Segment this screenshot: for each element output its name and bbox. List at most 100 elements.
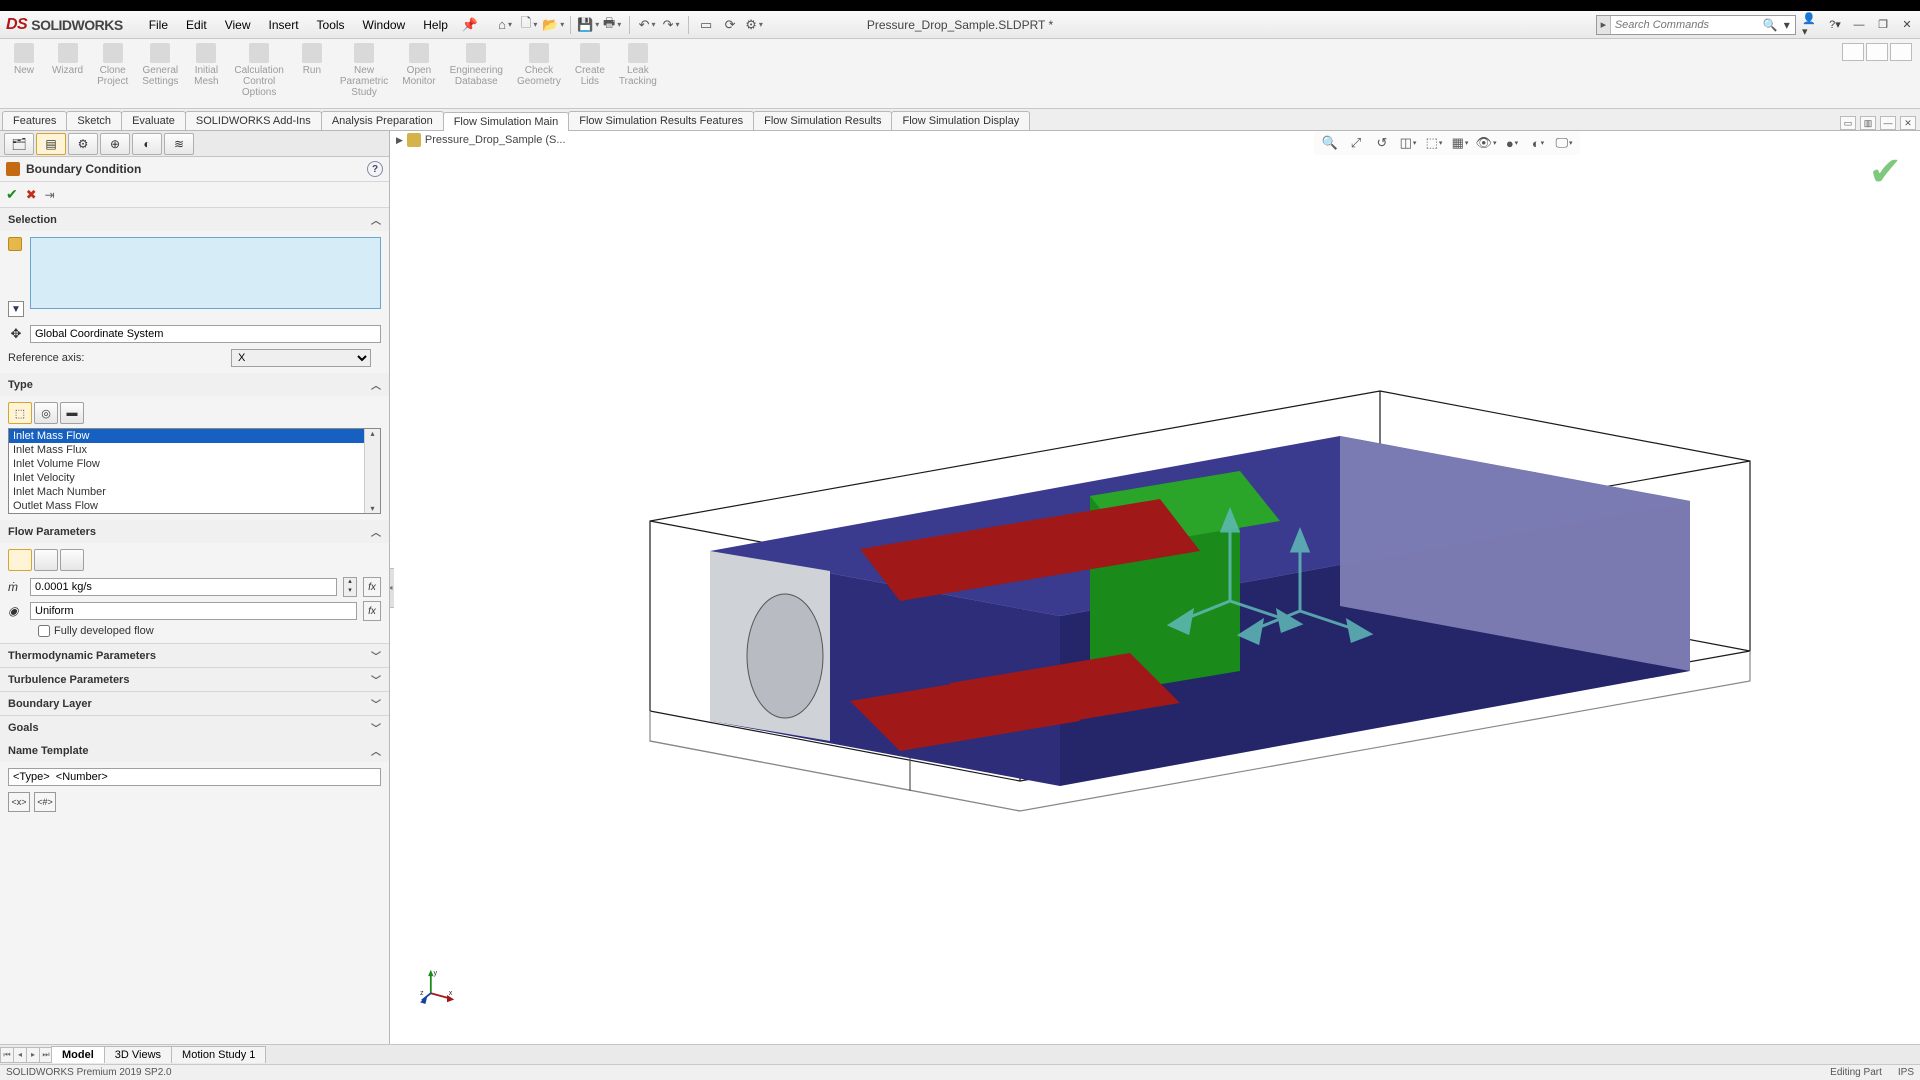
tab-nav-prev[interactable]: ◂ <box>13 1047 27 1063</box>
filter-icon[interactable]: ▼ <box>8 301 24 317</box>
section-type-header[interactable]: Type ︿ <box>0 373 389 396</box>
menu-window[interactable]: Window <box>355 14 414 36</box>
ribbon-new[interactable]: New <box>4 41 44 108</box>
expand-icon[interactable]: ▶ <box>396 135 403 146</box>
menu-view[interactable]: View <box>217 14 259 36</box>
section-name-template-header[interactable]: Name Template ︿ <box>0 739 389 762</box>
type-option[interactable]: Outlet Mass Flow <box>9 499 380 513</box>
viewport-close-icon[interactable]: ✕ <box>1900 116 1916 130</box>
panel-help-icon[interactable]: ? <box>367 161 383 177</box>
tab-solidworks-add-ins[interactable]: SOLIDWORKS Add-Ins <box>185 111 322 130</box>
view-settings-icon[interactable]: 🖵 <box>1554 133 1574 153</box>
restore-button[interactable]: ❐ <box>1874 17 1892 33</box>
search-commands[interactable]: ▸ 🔍 ▾ <box>1596 15 1796 35</box>
flyout-tree[interactable]: ▶ Pressure_Drop_Sample (S... <box>396 133 566 147</box>
user-icon[interactable]: 👤▾ <box>1802 17 1820 33</box>
save-icon[interactable]: 💾 <box>579 16 597 34</box>
cancel-button[interactable]: ✖ <box>26 187 37 203</box>
orientation-triad[interactable]: y x z <box>420 968 456 1004</box>
display-style-icon[interactable]: ▦ <box>1450 133 1470 153</box>
flow-vector-button[interactable] <box>60 549 84 571</box>
open-doc-icon[interactable]: 📂 <box>544 16 562 34</box>
coord-system-input[interactable] <box>30 325 381 343</box>
section-thermo-header[interactable]: Thermodynamic Parameters ﹀ <box>0 643 389 667</box>
mass-flow-input[interactable] <box>30 578 337 596</box>
help-icon[interactable]: ?▾ <box>1826 17 1844 33</box>
ribbon-new[interactable]: NewParametricStudy <box>334 41 394 108</box>
select-icon[interactable]: ▭ <box>697 16 715 34</box>
bottom-tab-3d-views[interactable]: 3D Views <box>104 1046 172 1063</box>
graphics-area[interactable]: ▶ Pressure_Drop_Sample (S... 🔍 ⤢ ↺ ◫ ⬚ ▦… <box>390 131 1920 1044</box>
viewport-single-icon[interactable]: ▭ <box>1840 116 1856 130</box>
selection-list[interactable] <box>30 237 381 309</box>
search-icon[interactable]: 🔍 <box>1762 18 1779 32</box>
tab-flow-simulation-display[interactable]: Flow Simulation Display <box>891 111 1030 130</box>
type-wall-button[interactable]: ▬ <box>60 402 84 424</box>
tab-nav-first[interactable]: ⏮ <box>0 1047 14 1063</box>
tab-features[interactable]: Features <box>2 111 67 130</box>
undo-icon[interactable]: ↶ <box>638 16 656 34</box>
view-orient-icon[interactable]: ⬚ <box>1424 133 1444 153</box>
reference-axis-select[interactable]: X <box>231 349 371 367</box>
menu-file[interactable]: File <box>141 14 176 36</box>
ribbon-engineering[interactable]: EngineeringDatabase <box>444 41 509 108</box>
ribbon-calculation[interactable]: CalculationControlOptions <box>228 41 289 108</box>
type-pressure-opening-button[interactable]: ◎ <box>34 402 58 424</box>
coord-system-icon[interactable]: ✥ <box>8 326 24 342</box>
section-view-icon[interactable]: ◫ <box>1398 133 1418 153</box>
section-boundary-layer-header[interactable]: Boundary Layer ﹀ <box>0 691 389 715</box>
template-number-button[interactable]: <#> <box>34 792 56 812</box>
display-manager-tab[interactable]: ◐ <box>132 133 162 155</box>
menu-insert[interactable]: Insert <box>261 14 307 36</box>
ribbon-leak[interactable]: LeakTracking <box>613 41 663 108</box>
dimxpert-tab[interactable]: ⊕ <box>100 133 130 155</box>
tab-evaluate[interactable]: Evaluate <box>121 111 186 130</box>
tab-nav-next[interactable]: ▸ <box>26 1047 40 1063</box>
face-select-icon[interactable] <box>8 237 22 251</box>
search-scope-icon[interactable]: ▸ <box>1597 16 1611 34</box>
close-button[interactable]: ✕ <box>1898 17 1916 33</box>
zoom-area-icon[interactable]: ⤢ <box>1346 133 1366 153</box>
scrollbar[interactable] <box>364 429 380 513</box>
options-icon[interactable]: ⚙ <box>745 16 763 34</box>
minimize-button[interactable]: — <box>1850 17 1868 33</box>
tab-sketch[interactable]: Sketch <box>66 111 122 130</box>
section-selection-header[interactable]: Selection ︿ <box>0 208 389 231</box>
config-manager-tab[interactable]: ⚙ <box>68 133 98 155</box>
menu-edit[interactable]: Edit <box>178 14 215 36</box>
tab-flow-simulation-results-features[interactable]: Flow Simulation Results Features <box>568 111 754 130</box>
tab-flow-simulation-results[interactable]: Flow Simulation Results <box>753 111 892 130</box>
search-input[interactable] <box>1611 19 1762 31</box>
appearance-icon[interactable]: ● <box>1502 133 1522 153</box>
bottom-tab-model[interactable]: Model <box>51 1046 105 1063</box>
type-flow-opening-button[interactable]: ⬚ <box>8 402 32 424</box>
ribbon-general[interactable]: GeneralSettings <box>136 41 184 108</box>
flow-normal-button[interactable] <box>8 549 32 571</box>
type-option[interactable]: Inlet Mass Flux <box>9 443 380 457</box>
type-option[interactable]: Inlet Volume Flow <box>9 457 380 471</box>
type-option[interactable]: Inlet Velocity <box>9 471 380 485</box>
bottom-tab-motion-study-1[interactable]: Motion Study 1 <box>171 1046 266 1063</box>
search-dropdown-icon[interactable]: ▾ <box>1778 18 1795 32</box>
menu-help[interactable]: Help <box>415 14 456 36</box>
type-option[interactable]: Inlet Mach Number <box>9 485 380 499</box>
viewport-min-icon[interactable]: — <box>1880 116 1896 130</box>
print-icon[interactable]: 🖶 <box>603 16 621 34</box>
redo-icon[interactable]: ↷ <box>662 16 680 34</box>
ok-button[interactable]: ✔ <box>6 186 18 203</box>
panel-splitter[interactable]: ◂ <box>390 568 394 608</box>
pin-menu-icon[interactable]: 📌 <box>462 17 478 33</box>
zoom-fit-icon[interactable]: 🔍 <box>1320 133 1340 153</box>
pushpin-icon[interactable]: ⇥ <box>45 188 55 202</box>
viewport-link-icon[interactable]: ▥ <box>1860 116 1876 130</box>
section-flow-params-header[interactable]: Flow Parameters ︿ <box>0 520 389 543</box>
ribbon-check[interactable]: CheckGeometry <box>511 41 567 108</box>
scene-icon[interactable]: ◐ <box>1528 133 1548 153</box>
feature-manager-tab[interactable]: 🗂 <box>4 133 34 155</box>
ribbon-open[interactable]: OpenMonitor <box>396 41 441 108</box>
property-manager-tab[interactable]: ▤ <box>36 133 66 155</box>
ribbon-create[interactable]: CreateLids <box>569 41 611 108</box>
type-listbox[interactable]: Inlet Mass FlowInlet Mass FluxInlet Volu… <box>8 428 381 514</box>
section-turbulence-header[interactable]: Turbulence Parameters ﹀ <box>0 667 389 691</box>
new-doc-icon[interactable]: 🗋 <box>520 16 538 34</box>
